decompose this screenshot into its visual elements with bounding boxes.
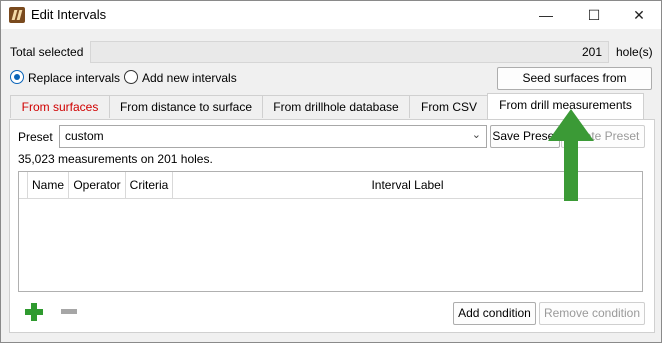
preset-value: custom — [65, 129, 104, 143]
minimize-button[interactable]: — — [523, 1, 569, 29]
replace-intervals-label[interactable]: Replace intervals — [28, 71, 120, 85]
arrow-up-icon — [548, 109, 594, 201]
plus-icon[interactable] — [25, 303, 43, 321]
minus-icon[interactable] — [61, 309, 77, 314]
tab-from-csv[interactable]: From CSV — [409, 95, 489, 118]
tab-from-distance-to-surface[interactable]: From distance to surface — [109, 95, 263, 118]
title-bar: Edit Intervals — ☐ ✕ — [1, 1, 661, 29]
tab-from-drillhole-database[interactable]: From drillhole database — [262, 95, 410, 118]
green-arrow-annotation — [548, 109, 594, 201]
add-new-intervals-label[interactable]: Add new intervals — [142, 71, 237, 85]
column-header-name[interactable]: Name — [28, 172, 69, 198]
add-condition-button[interactable]: Add condition — [453, 302, 536, 325]
remove-condition-button[interactable]: Remove condition — [539, 302, 645, 325]
seed-surfaces-button[interactable]: Seed surfaces from selection — [497, 67, 652, 106]
chevron-down-icon: ⌄ — [471, 129, 481, 141]
close-button[interactable]: ✕ — [616, 1, 661, 29]
total-selected-value: 201 — [581, 45, 602, 59]
replace-intervals-radio[interactable] — [10, 70, 24, 84]
preset-dropdown[interactable]: custom ⌄ — [59, 125, 487, 148]
edit-intervals-window: Edit Intervals — ☐ ✕ Total selected 201 … — [0, 0, 662, 343]
column-header-criteria[interactable]: Criteria — [126, 172, 173, 198]
measurements-summary: 35,023 measurements on 201 holes. — [18, 152, 213, 166]
app-logo-icon — [9, 7, 25, 23]
total-selected-label: Total selected — [10, 45, 84, 59]
total-selected-field: 201 — [90, 41, 609, 63]
window-title: Edit Intervals — [31, 7, 107, 22]
add-new-intervals-radio[interactable] — [124, 70, 138, 84]
row-header-corner — [19, 172, 28, 198]
tab-from-surfaces[interactable]: From surfaces — [10, 95, 110, 118]
maximize-button[interactable]: ☐ — [571, 1, 617, 29]
preset-label: Preset — [18, 130, 53, 144]
holes-unit-label: hole(s) — [616, 45, 653, 59]
column-header-operator[interactable]: Operator — [69, 172, 126, 198]
